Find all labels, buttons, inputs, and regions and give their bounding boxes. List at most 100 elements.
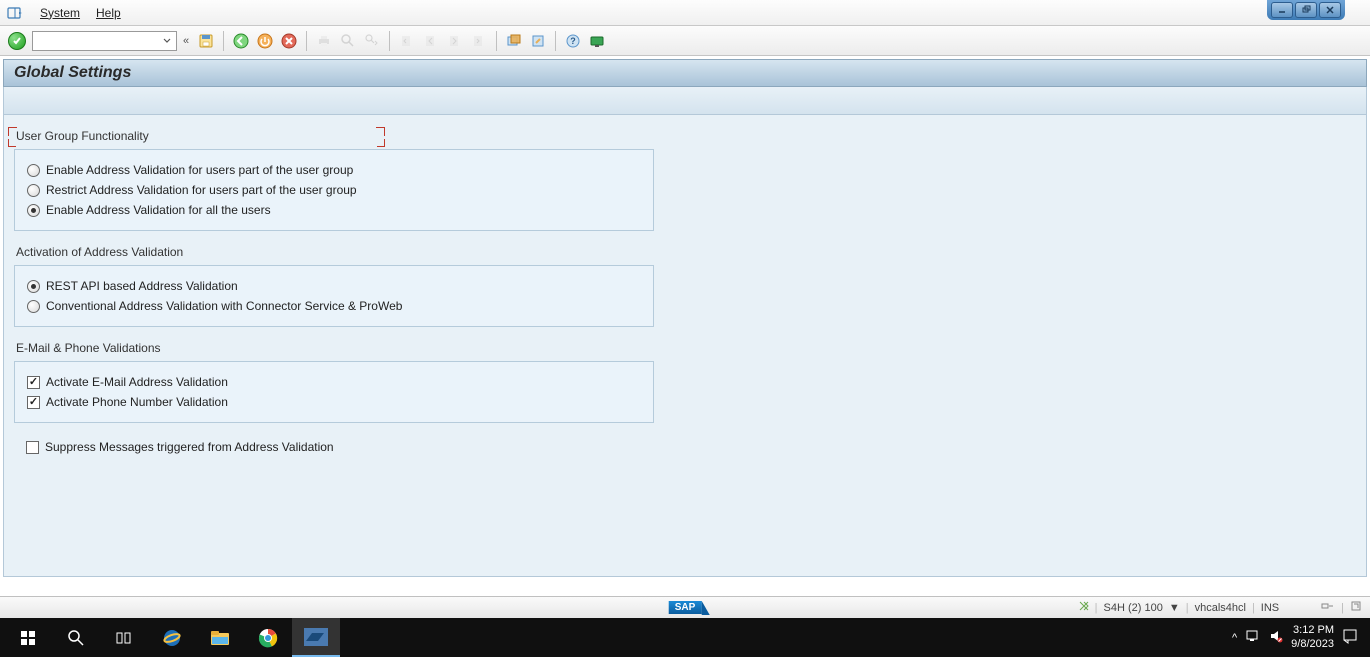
menu-help[interactable]: Help: [88, 4, 129, 22]
statusbar: SAP | S4H (2) 100 ▼ | vhcals4hcl | INS |: [0, 596, 1370, 618]
tray-volume-icon[interactable]: [1269, 629, 1283, 646]
radio-label: Restrict Address Validation for users pa…: [46, 183, 357, 197]
tray-clock[interactable]: 3:12 PM 9/8/2023: [1291, 624, 1334, 650]
enter-button[interactable]: [8, 32, 26, 50]
titlebar: Global Settings: [3, 59, 1367, 87]
next-page-button: [444, 30, 466, 52]
app-menu-icon[interactable]: [6, 4, 24, 22]
tray-network-icon[interactable]: [1245, 629, 1261, 646]
status-separator: |: [1341, 602, 1344, 614]
menu-system[interactable]: System: [32, 4, 88, 22]
radio-icon: [27, 184, 40, 197]
activation-panel: REST API based Address Validation Conven…: [14, 265, 654, 327]
radio-restrict-user-group[interactable]: Restrict Address Validation for users pa…: [27, 180, 641, 200]
radio-label: REST API based Address Validation: [46, 279, 238, 293]
user-group-panel: Enable Address Validation for users part…: [14, 149, 654, 231]
minimize-button[interactable]: [1271, 2, 1293, 18]
email-phone-legend: E-Mail & Phone Validations: [16, 341, 1356, 355]
status-mode: INS: [1261, 602, 1279, 614]
checkbox-icon: [26, 441, 39, 454]
sap-logo: SAP: [669, 601, 702, 614]
radio-icon: [27, 280, 40, 293]
close-button[interactable]: [1319, 2, 1341, 18]
status-separator: |: [1186, 602, 1189, 614]
help-button[interactable]: ?: [562, 30, 584, 52]
exit-button[interactable]: [254, 30, 276, 52]
interpret-icon[interactable]: [1350, 600, 1362, 615]
taskbar-chrome[interactable]: [244, 618, 292, 657]
toolbar-separator: [555, 31, 556, 51]
taskbar-ie[interactable]: [148, 618, 196, 657]
tray-notifications-icon[interactable]: [1342, 628, 1358, 647]
toolbar: « ?: [0, 26, 1370, 56]
tray-date: 9/8/2023: [1291, 638, 1334, 651]
back-button[interactable]: [230, 30, 252, 52]
search-button[interactable]: [52, 618, 100, 657]
email-phone-panel: Activate E-Mail Address Validation Activ…: [14, 361, 654, 423]
system-tray: ^ 3:12 PM 9/8/2023: [1232, 624, 1366, 650]
radio-icon: [27, 204, 40, 217]
status-system[interactable]: S4H (2) 100: [1104, 602, 1163, 614]
checkbox-label: Suppress Messages triggered from Address…: [45, 440, 334, 454]
checkbox-icon: [27, 396, 40, 409]
menubar: System Help: [0, 0, 1370, 26]
command-dropdown-icon[interactable]: [160, 34, 174, 48]
command-field[interactable]: [32, 31, 177, 51]
last-page-button: [468, 30, 490, 52]
connection-icon[interactable]: [1321, 600, 1335, 615]
abort-icon[interactable]: [1079, 601, 1089, 614]
new-session-button[interactable]: [503, 30, 525, 52]
toolbar-separator: [496, 31, 497, 51]
activation-legend: Activation of Address Validation: [16, 245, 1356, 259]
radio-icon: [27, 164, 40, 177]
radio-icon: [27, 300, 40, 313]
status-host: vhcals4hcl: [1195, 602, 1246, 614]
radio-enable-all-users[interactable]: Enable Address Validation for all the us…: [27, 200, 641, 220]
checkbox-suppress-messages[interactable]: Suppress Messages triggered from Address…: [26, 437, 1356, 457]
cancel-button[interactable]: [278, 30, 300, 52]
radio-enable-user-group[interactable]: Enable Address Validation for users part…: [27, 160, 641, 180]
find-next-button: [361, 30, 383, 52]
print-button: [313, 30, 335, 52]
checkbox-label: Activate E-Mail Address Validation: [46, 375, 228, 389]
toolbar-separator: [306, 31, 307, 51]
svg-text:?: ?: [570, 36, 576, 46]
prev-page-button: [420, 30, 442, 52]
status-separator: |: [1095, 602, 1098, 614]
user-group-legend: User Group Functionality: [14, 129, 151, 143]
radio-label: Enable Address Validation for all the us…: [46, 203, 271, 217]
tray-chevron-icon[interactable]: ^: [1232, 632, 1237, 644]
dropdown-icon[interactable]: ▼: [1169, 602, 1180, 614]
radio-conventional[interactable]: Conventional Address Validation with Con…: [27, 296, 641, 316]
radio-rest-api[interactable]: REST API based Address Validation: [27, 276, 641, 296]
tray-time: 3:12 PM: [1291, 624, 1334, 637]
checkbox-email-validation[interactable]: Activate E-Mail Address Validation: [27, 372, 641, 392]
menu-help-label: Help: [96, 6, 121, 20]
toolbar-separator: [389, 31, 390, 51]
sap-logo-text: SAP: [669, 601, 702, 614]
create-shortcut-button[interactable]: [527, 30, 549, 52]
status-separator: |: [1252, 602, 1255, 614]
save-button[interactable]: [195, 30, 217, 52]
content-area: User Group Functionality Enable Address …: [3, 115, 1367, 577]
application-toolbar: [3, 87, 1367, 115]
task-view-button[interactable]: [100, 618, 148, 657]
first-page-button: [396, 30, 418, 52]
find-button: [337, 30, 359, 52]
menu-system-label: System: [40, 6, 80, 20]
checkbox-icon: [27, 376, 40, 389]
checkbox-phone-validation[interactable]: Activate Phone Number Validation: [27, 392, 641, 412]
checkbox-label: Activate Phone Number Validation: [46, 395, 228, 409]
windows-taskbar: ^ 3:12 PM 9/8/2023: [0, 618, 1370, 657]
window-controls: [1267, 0, 1345, 20]
page-title: Global Settings: [14, 64, 131, 82]
user-group-legend-text: User Group Functionality: [16, 129, 149, 143]
taskbar-explorer[interactable]: [196, 618, 244, 657]
restore-button[interactable]: [1295, 2, 1317, 18]
toolbar-separator: [223, 31, 224, 51]
customize-layout-button[interactable]: [586, 30, 608, 52]
start-button[interactable]: [4, 618, 52, 657]
taskbar-sap[interactable]: [292, 618, 340, 657]
radio-label: Conventional Address Validation with Con…: [46, 299, 402, 313]
collapse-command-icon[interactable]: «: [179, 35, 193, 47]
